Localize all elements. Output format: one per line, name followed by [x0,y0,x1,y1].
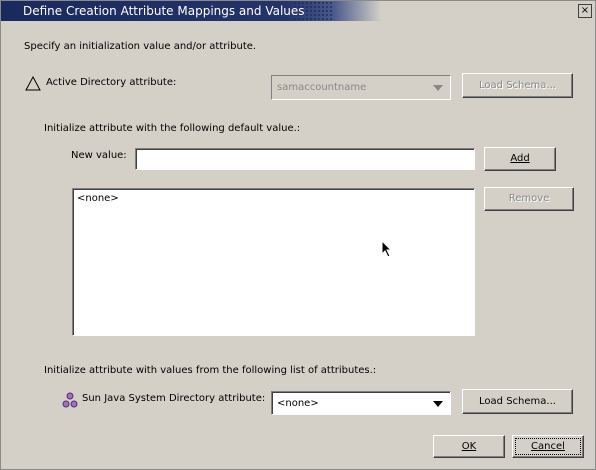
sun-attribute-value: <none> [277,398,319,409]
ok-button-label: OK [461,441,477,452]
mouse-pointer-icon [381,239,393,258]
warning-triangle-icon [25,75,41,91]
default-values-list[interactable]: <none> [72,188,475,336]
sun-load-schema-button[interactable]: Load Schema... [462,389,573,414]
close-icon[interactable]: × [578,4,592,18]
ad-attribute-combo[interactable]: samaccountname [271,75,451,100]
from-list-heading: Initialize attribute with values from th… [44,365,377,376]
list-item[interactable]: <none> [77,193,119,204]
ad-attribute-value: samaccountname [277,82,367,93]
cancel-button[interactable]: Cancel [512,435,584,458]
dialog-window: Define Creation Attribute Mappings and V… [0,0,596,470]
sun-attribute-label: Sun Java System Directory attribute: [82,393,266,404]
ok-button[interactable]: OK [433,435,505,458]
ad-attribute-label: Active Directory attribute: [46,77,177,88]
chevron-down-icon [433,401,443,407]
remove-button[interactable]: Remove [484,187,574,211]
sun-directory-icon [62,392,78,408]
title-bar[interactable]: Define Creation Attribute Mappings and V… [1,1,595,21]
chevron-down-icon [433,85,443,91]
add-button[interactable]: Add [484,147,556,171]
new-value-input[interactable] [135,148,475,170]
add-button-label: Add [510,153,530,164]
sun-attribute-combo[interactable]: <none> [271,391,451,415]
ad-load-schema-button[interactable]: Load Schema... [462,73,573,98]
default-value-heading: Initialize attribute with the following … [44,123,301,134]
intro-text: Specify an initialization value and/or a… [24,41,257,52]
new-value-label: New value: [71,150,127,161]
cancel-button-label: Cancel [531,441,565,452]
dialog-title: Define Creation Attribute Mappings and V… [23,4,305,18]
remove-button-label: Remove [508,193,550,204]
